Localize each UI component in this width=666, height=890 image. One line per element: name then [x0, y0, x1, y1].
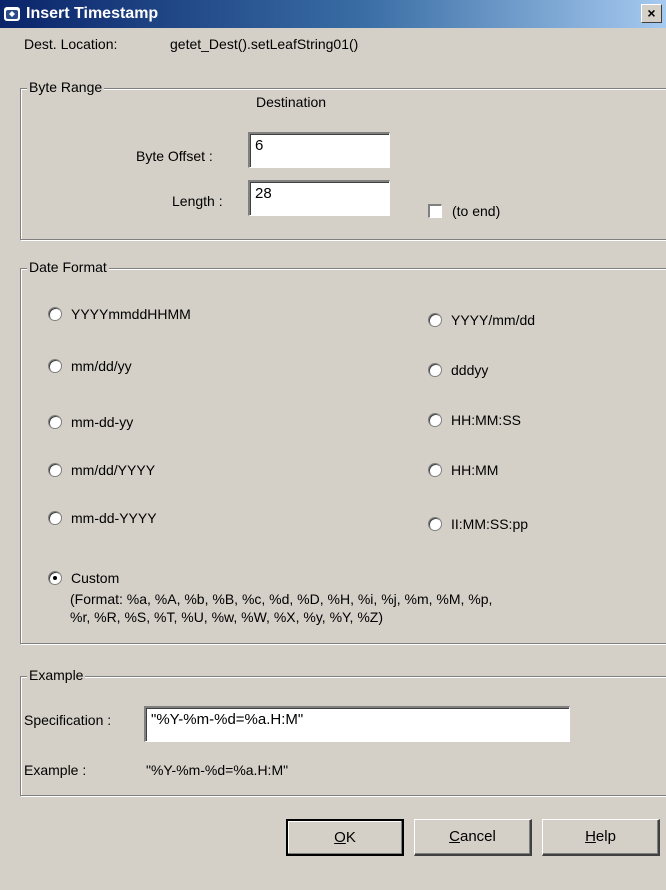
close-button[interactable]: ×: [641, 4, 662, 23]
radio-dddyy[interactable]: dddyy: [428, 362, 488, 378]
radio-label: dddyy: [451, 362, 489, 378]
radio-button-icon: [48, 511, 62, 525]
dest-location-label: Dest. Location:: [24, 36, 118, 52]
date-format-legend: Date Format: [27, 259, 109, 275]
ok-button[interactable]: OK: [286, 819, 404, 856]
byte-offset-input[interactable]: 6: [248, 132, 390, 168]
radio-mm-dd-yyyy-dash[interactable]: mm-dd-YYYY: [48, 510, 157, 526]
example-value: "%Y-%m-%d=%a.H:M": [146, 762, 289, 778]
radio-button-icon: [48, 463, 62, 477]
custom-format-help: (Format: %a, %A, %b, %B, %c, %d, %D, %H,…: [70, 590, 492, 626]
radio-button-icon: [428, 313, 442, 327]
radio-button-icon: [428, 363, 442, 377]
radio-label: mm-dd-yy: [71, 414, 134, 430]
date-format-group: Date Format: [20, 259, 666, 644]
to-end-label: (to end): [452, 203, 501, 219]
radio-label: YYYYmmddHHMM: [71, 306, 191, 322]
radio-button-icon: [428, 413, 442, 427]
radio-button-icon: [48, 415, 62, 429]
example-label: Example :: [24, 762, 87, 778]
cancel-button[interactable]: Cancel: [414, 819, 532, 856]
to-end-checkbox[interactable]: [428, 204, 442, 218]
destination-header: Destination: [256, 94, 327, 110]
radio-hh-mm-ss[interactable]: HH:MM:SS: [428, 412, 521, 428]
radio-mm-dd-yyyy-slash[interactable]: mm/dd/YYYY: [48, 462, 155, 478]
help-button[interactable]: Help: [542, 819, 660, 856]
radio-label: II:MM:SS:pp: [451, 516, 529, 532]
radio-label: mm/dd/yy: [71, 358, 132, 374]
cancel-mnemonic: C: [449, 828, 460, 845]
radio-mm-dd-yy-dash[interactable]: mm-dd-yy: [48, 414, 133, 430]
dest-location-value: getet_Dest().setLeafString01(): [170, 36, 359, 52]
window-title: Insert Timestamp: [26, 5, 159, 22]
radio-button-selected-icon: [48, 571, 62, 585]
radio-custom[interactable]: Custom: [48, 570, 119, 586]
radio-label: YYYY/mm/dd: [451, 312, 536, 328]
radio-label: mm-dd-YYYY: [71, 510, 157, 526]
example-legend: Example: [27, 667, 86, 683]
radio-label: Custom: [71, 570, 120, 586]
radio-hh-mm[interactable]: HH:MM: [428, 462, 498, 478]
custom-format-help-line1: (Format: %a, %A, %b, %B, %c, %d, %D, %H,…: [70, 591, 493, 607]
help-label-rest: elp: [595, 828, 616, 845]
ok-label-rest: K: [345, 829, 356, 846]
radio-yyyy-mm-dd[interactable]: YYYY/mm/dd: [428, 312, 535, 328]
cancel-label-rest: ancel: [459, 828, 496, 845]
close-icon: ×: [647, 5, 656, 21]
app-icon: [4, 7, 20, 21]
radio-mm-dd-yy-slash[interactable]: mm/dd/yy: [48, 358, 132, 374]
radio-button-icon: [48, 359, 62, 373]
radio-ii-mm-ss-pp[interactable]: II:MM:SS:pp: [428, 516, 528, 532]
radio-label: HH:MM: [451, 462, 499, 478]
length-label: Length :: [172, 193, 223, 209]
length-input[interactable]: 28: [248, 180, 390, 216]
radio-yyyymmddhhmm[interactable]: YYYYmmddHHMM: [48, 306, 191, 322]
specification-input[interactable]: "%Y-%m-%d=%a.H:M": [144, 706, 570, 742]
radio-label: mm/dd/YYYY: [71, 462, 156, 478]
radio-button-icon: [48, 307, 62, 321]
radio-button-icon: [428, 517, 442, 531]
title-bar[interactable]: Insert Timestamp ×: [0, 0, 666, 28]
help-mnemonic: H: [585, 828, 596, 845]
byte-offset-label: Byte Offset :: [136, 148, 213, 164]
radio-label: HH:MM:SS: [451, 412, 521, 428]
ok-mnemonic: O: [334, 829, 346, 846]
radio-button-icon: [428, 463, 442, 477]
byte-range-legend: Byte Range: [27, 79, 105, 95]
specification-label: Specification :: [24, 712, 112, 728]
custom-format-help-line2: %r, %R, %S, %T, %U, %w, %W, %X, %y, %Y, …: [70, 609, 383, 625]
